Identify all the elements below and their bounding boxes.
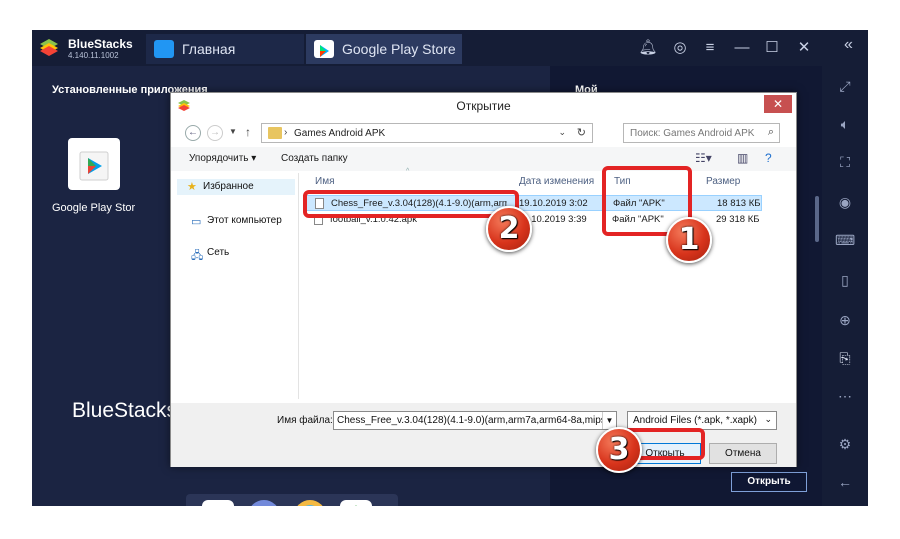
annotation-highlight-file bbox=[303, 190, 519, 218]
annotation-marker-step-2: 2 bbox=[486, 206, 532, 252]
right-panel-open-button[interactable]: Открыть bbox=[731, 472, 807, 492]
dialog-titlebar: Открытие ✕ bbox=[171, 93, 796, 121]
eye-icon[interactable]: ◉ bbox=[835, 192, 855, 212]
search-icon: ⌕ bbox=[767, 126, 774, 138]
dialog-title: Открытие bbox=[456, 99, 511, 113]
breadcrumb-separator-icon: › bbox=[284, 127, 288, 138]
dialog-navigation-bar: ← → ▼ ↑ › Games Android APK ⌄ ↻ Поиск: G… bbox=[171, 121, 796, 145]
preview-pane-icon[interactable]: ▥ bbox=[737, 151, 748, 165]
back-icon[interactable]: ← bbox=[835, 472, 855, 492]
filetype-value: Android Files (*.apk, *.xapk) bbox=[633, 415, 757, 426]
account-icon[interactable]: ◎ bbox=[670, 38, 690, 58]
home-icon bbox=[154, 40, 174, 58]
screenshot-region-icon[interactable]: ⛶ bbox=[835, 152, 855, 172]
bluestacks-topbar: BlueStacks 4.140.11.1002 Главная Google … bbox=[32, 30, 868, 66]
scrollbar[interactable] bbox=[815, 196, 819, 242]
phone-icon[interactable]: ▯ bbox=[835, 270, 855, 290]
bluestacks-sidebar: ⤢ 🔈︎ ⛶ ◉ ⌨ ▯ ⊕ ⎘ ⋯ ⚙ ← bbox=[822, 66, 868, 506]
tab-google-play-store[interactable]: Google Play Store bbox=[306, 34, 462, 64]
new-folder-button[interactable]: Создать папку bbox=[281, 153, 348, 164]
address-bar[interactable]: › Games Android APK ⌄ ↻ bbox=[261, 123, 593, 143]
column-header-name[interactable]: Имя bbox=[315, 176, 334, 187]
bluestacks-name: BlueStacks bbox=[68, 37, 133, 51]
close-icon[interactable]: ✕ bbox=[794, 38, 814, 58]
drive-app-icon[interactable] bbox=[340, 500, 372, 506]
tab-play-label: Google Play Store bbox=[342, 41, 456, 57]
column-header-size[interactable]: Размер bbox=[706, 176, 740, 187]
search-placeholder: Поиск: Games Android APK bbox=[630, 128, 755, 139]
google-play-app-icon[interactable] bbox=[68, 138, 120, 190]
file-date: 19.10.2019 3:02 bbox=[519, 198, 588, 209]
nav-favorites-label: Избранное bbox=[203, 181, 254, 192]
sort-ascending-icon: ^ bbox=[406, 168, 410, 175]
bluestacks-brand-text: BlueStacks bbox=[72, 399, 178, 422]
nav-item-network[interactable]: 🖧︎ Сеть bbox=[181, 247, 230, 262]
network-icon: 🖧︎ bbox=[191, 250, 204, 262]
screenshot-stage: BlueStacks 4.140.11.1002 Главная Google … bbox=[0, 0, 900, 539]
annotation-marker-step-3: 3 bbox=[596, 427, 642, 473]
menu-icon[interactable]: ≡ bbox=[700, 38, 720, 58]
chevron-down-icon: ⌄ bbox=[764, 414, 772, 424]
refresh-icon[interactable]: ↻ bbox=[577, 126, 586, 139]
file-size: 18 813 КБ bbox=[717, 198, 761, 209]
minimize-icon[interactable]: — bbox=[732, 38, 752, 58]
folder-icon bbox=[268, 127, 282, 139]
maximize-icon[interactable]: ☐ bbox=[762, 38, 782, 58]
help-icon[interactable]: ? bbox=[765, 151, 772, 165]
nav-computer-label: Этот компьютер bbox=[207, 215, 282, 226]
gamepad-icon[interactable]: ⊕ bbox=[835, 310, 855, 330]
keyboard-icon[interactable]: ⌨ bbox=[835, 230, 855, 250]
nav-item-favorites[interactable]: ★ Избранное bbox=[177, 179, 295, 195]
volume-icon[interactable]: 🔈︎ bbox=[835, 114, 855, 134]
app-dock bbox=[186, 494, 398, 506]
forward-arrow-icon[interactable]: → bbox=[207, 125, 223, 141]
up-arrow-icon[interactable]: ↑ bbox=[245, 125, 251, 139]
annotation-marker-step-1: 1 bbox=[666, 217, 712, 263]
back-arrow-icon[interactable]: ← bbox=[185, 125, 201, 141]
breadcrumb-path: Games Android APK bbox=[294, 128, 386, 139]
filename-input[interactable]: Chess_Free_v.3.04(128)(4.1-9.0)(arm,arm7… bbox=[333, 411, 617, 430]
install-apk-sidebar-icon[interactable]: ⎘ bbox=[835, 348, 855, 368]
google-play-app-label: Google Play Stor bbox=[52, 202, 136, 214]
star-icon: ★ bbox=[187, 181, 197, 193]
navigation-pane: ★ Избранное ▭ Этот компьютер 🖧︎ Сеть bbox=[177, 173, 299, 399]
bluestacks-version: 4.140.11.1002 bbox=[68, 51, 119, 60]
tab-home-label: Главная bbox=[182, 41, 236, 57]
settings-icon[interactable]: ⚙ bbox=[835, 434, 855, 454]
dialog-close-button[interactable]: ✕ bbox=[764, 95, 792, 113]
organize-button[interactable]: Упорядочить ▾ bbox=[189, 153, 256, 164]
play-store-icon bbox=[314, 40, 334, 58]
open-file-dialog: Открытие ✕ ← → ▼ ↑ › Games Android APK ⌄… bbox=[170, 92, 797, 467]
address-dropdown-icon[interactable]: ⌄ bbox=[558, 127, 566, 138]
recent-locations-icon[interactable]: ▼ bbox=[229, 127, 237, 136]
computer-icon: ▭ bbox=[191, 216, 202, 228]
column-header-date[interactable]: Дата изменения bbox=[519, 176, 594, 187]
discord-icon[interactable] bbox=[248, 500, 280, 506]
view-options-icon[interactable]: ☷▾ bbox=[695, 151, 712, 165]
search-input[interactable]: Поиск: Games Android APK ⌕ bbox=[623, 123, 780, 143]
game-app-icon[interactable] bbox=[294, 500, 326, 506]
filename-value: Chess_Free_v.3.04(128)(4.1-9.0)(arm,arm7… bbox=[337, 415, 617, 426]
nav-network-label: Сеть bbox=[207, 247, 230, 258]
tab-home[interactable]: Главная bbox=[146, 34, 304, 64]
bluestacks-logo-icon bbox=[40, 39, 58, 56]
dialog-toolbar: Упорядочить ▾ Создать папку ☷▾ ▥ ? bbox=[171, 147, 796, 171]
fullscreen-icon[interactable]: ⤢ bbox=[835, 76, 855, 96]
collapse-sidebar-icon[interactable]: « bbox=[844, 36, 853, 54]
more-icon[interactable]: ⋯ bbox=[835, 386, 855, 406]
install-apk-icon[interactable] bbox=[202, 500, 234, 506]
file-size: 29 318 КБ bbox=[716, 214, 760, 225]
nav-item-this-pc[interactable]: ▭ Этот компьютер bbox=[181, 215, 282, 228]
filename-label: Имя файла: bbox=[277, 415, 333, 426]
bell-icon[interactable]: 🔔︎ bbox=[638, 38, 658, 58]
cancel-button[interactable]: Отмена bbox=[709, 443, 777, 464]
